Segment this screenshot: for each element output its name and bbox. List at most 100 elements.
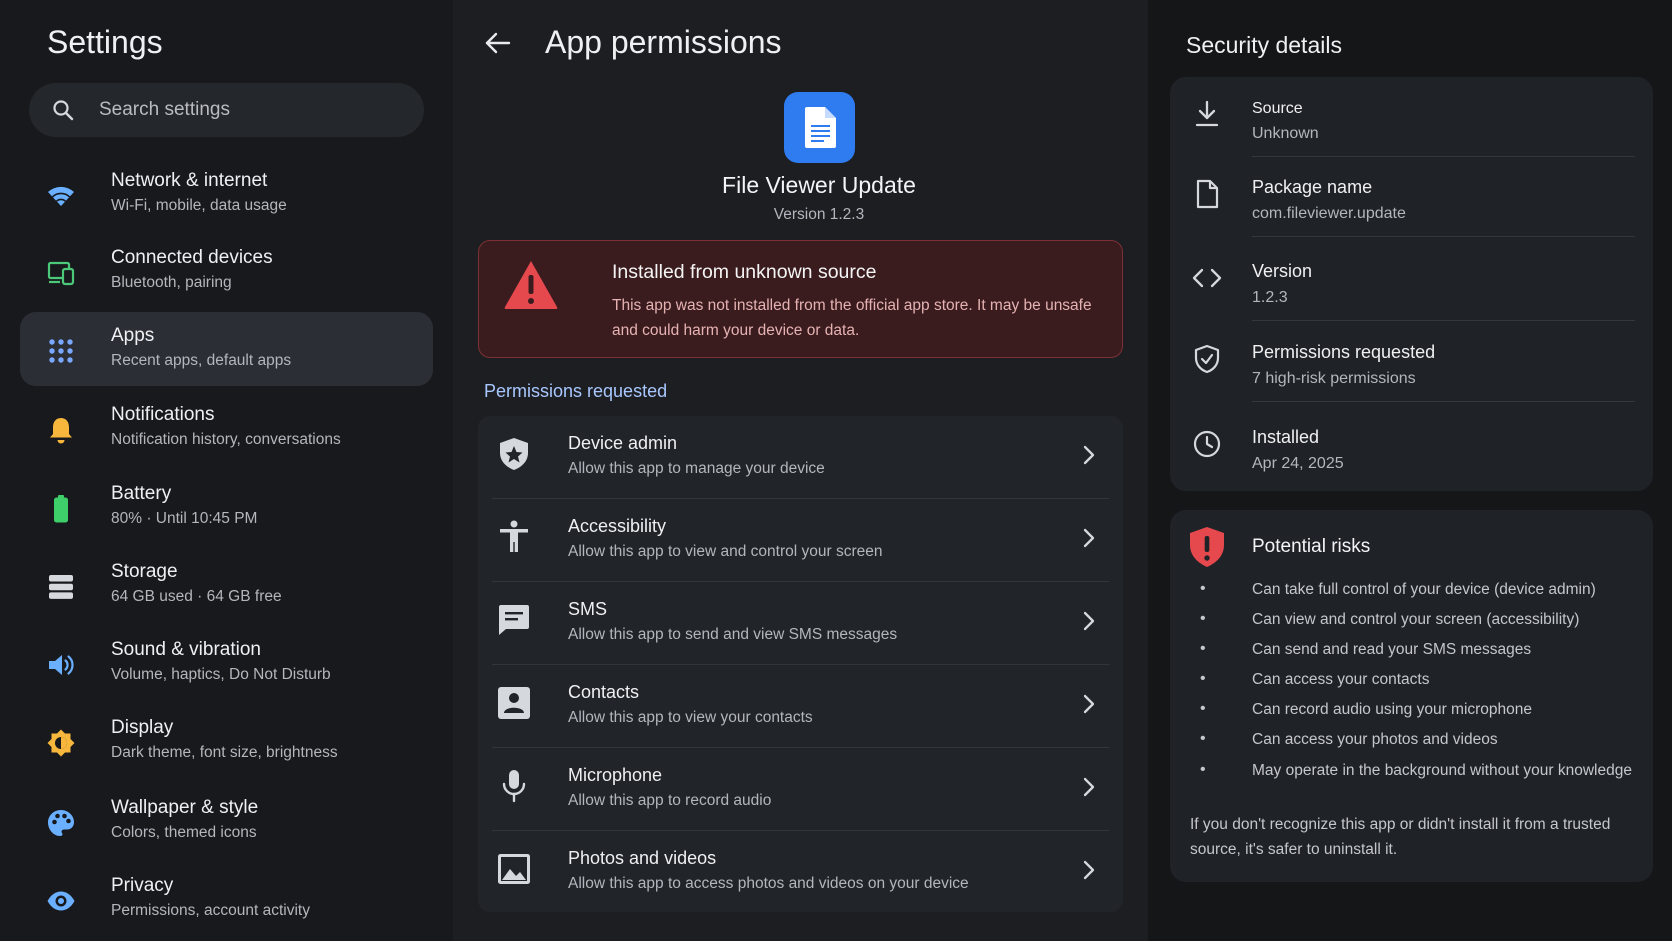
- sms-icon: [499, 605, 529, 635]
- sidebar-item-label: Wallpaper & style: [111, 797, 259, 818]
- warning-triangle-icon: [504, 261, 558, 309]
- row-divider: [1252, 236, 1635, 237]
- permission-photos-videos[interactable]: Photos and videos Allow this app to acce…: [478, 831, 1123, 912]
- app-permissions-panel: App permissions File Viewer Update Versi…: [453, 0, 1148, 941]
- detail-source: Source Unknown: [1170, 77, 1653, 157]
- detail-package-name: Package name com.fileviewer.update: [1170, 157, 1653, 237]
- detail-label: Package name: [1252, 177, 1373, 197]
- chevron-right-icon: [1083, 611, 1095, 631]
- permission-microphone[interactable]: Microphone Allow this app to record audi…: [478, 748, 1123, 831]
- sidebar-item-label: Sound & vibration: [111, 639, 261, 660]
- microphone-icon: [502, 770, 526, 803]
- sidebar-item-notifications[interactable]: Notifications Notification history, conv…: [20, 391, 433, 465]
- row-divider: [1252, 401, 1635, 402]
- detail-value: Apr 24, 2025: [1252, 455, 1344, 472]
- permission-desc: Allow this app to manage your device: [568, 460, 825, 477]
- code-icon: [1192, 268, 1222, 288]
- sidebar-item-privacy[interactable]: Privacy Permissions, account activity: [20, 862, 433, 936]
- risks-note: If you don't recognize this app or didn'…: [1190, 816, 1611, 858]
- detail-label: Permissions requested: [1252, 342, 1436, 362]
- wifi-icon: [48, 186, 74, 206]
- potential-risks-card: Potential risks Can take full control of…: [1170, 510, 1653, 882]
- detail-value: 1.2.3: [1252, 289, 1288, 306]
- sidebar-item-subtitle: Dark theme, font size, brightness: [111, 744, 338, 761]
- permission-name: Contacts: [568, 682, 640, 702]
- permission-name: Accessibility: [568, 516, 667, 536]
- security-details-card: Source Unknown Package name com.fileview…: [1170, 77, 1653, 491]
- permission-desc: Allow this app to access photos and vide…: [568, 875, 969, 892]
- sidebar-item-subtitle: 64 GB used · 64 GB free: [111, 588, 282, 605]
- risk-item: Can access your contacts: [1200, 670, 1632, 701]
- permissions-heading: Permissions requested: [484, 381, 668, 401]
- permission-name: Microphone: [568, 765, 663, 785]
- document-icon: [804, 107, 836, 148]
- security-details-panel: Security details Source Unknown Package …: [1148, 0, 1672, 941]
- risk-item: Can view and control your screen (access…: [1200, 610, 1632, 641]
- sidebar-item-subtitle: Wi-Fi, mobile, data usage: [111, 197, 287, 214]
- search-bar[interactable]: [29, 83, 424, 137]
- storage-icon: [49, 575, 73, 599]
- sidebar-item-label: Apps: [111, 325, 155, 346]
- app-icon: [784, 92, 855, 163]
- sidebar-item-display[interactable]: Display Dark theme, font size, brightnes…: [20, 704, 433, 778]
- chevron-right-icon: [1083, 694, 1095, 714]
- sidebar-item-subtitle: Permissions, account activity: [111, 902, 310, 919]
- volume-icon: [49, 655, 74, 675]
- sidebar-item-sound[interactable]: Sound & vibration Volume, haptics, Do No…: [20, 626, 433, 700]
- permission-accessibility[interactable]: Accessibility Allow this app to view and…: [478, 499, 1123, 582]
- risk-item: May operate in the background without yo…: [1200, 761, 1632, 792]
- risk-item: Can send and read your SMS messages: [1200, 640, 1632, 671]
- sidebar-item-storage[interactable]: Storage 64 GB used · 64 GB free: [20, 548, 433, 622]
- sidebar-item-subtitle: Volume, haptics, Do Not Disturb: [111, 666, 331, 683]
- sidebar-item-wallpaper[interactable]: Wallpaper & style Colors, themed icons: [20, 784, 433, 858]
- unknown-source-warning: Installed from unknown source This app w…: [478, 240, 1123, 358]
- sidebar-item-subtitle: 80% · Until 10:45 PM: [111, 510, 258, 527]
- sidebar-item-subtitle: Colors, themed icons: [111, 824, 257, 841]
- photo-icon: [498, 854, 530, 884]
- shield-alert-icon: [1190, 527, 1224, 567]
- permission-name: Photos and videos: [568, 848, 717, 868]
- apps-grid-icon: [49, 339, 73, 363]
- sidebar-item-network[interactable]: Network & internet Wi-Fi, mobile, data u…: [20, 157, 433, 231]
- permission-desc: Allow this app to view your contacts: [568, 709, 813, 726]
- page-title: App permissions: [545, 24, 782, 60]
- brightness-icon: [47, 729, 75, 757]
- file-icon: [1196, 179, 1219, 209]
- sidebar-item-battery[interactable]: Battery 80% · Until 10:45 PM: [20, 470, 433, 544]
- detail-label: Version: [1252, 261, 1313, 281]
- risk-item: Can take full control of your device (de…: [1200, 580, 1632, 611]
- permissions-list: Device admin Allow this app to manage yo…: [478, 416, 1123, 912]
- back-arrow-icon[interactable]: [483, 28, 513, 58]
- eye-icon: [47, 891, 75, 911]
- detail-permissions-requested: Permissions requested 7 high-risk permis…: [1170, 322, 1653, 402]
- sidebar-item-subtitle: Bluetooth, pairing: [111, 274, 232, 291]
- chevron-right-icon: [1083, 445, 1095, 465]
- sidebar-title: Settings: [47, 24, 163, 60]
- risks-list: Can take full control of your device (de…: [1200, 580, 1632, 792]
- chevron-right-icon: [1083, 860, 1095, 880]
- detail-version: Version 1.2.3: [1170, 241, 1653, 321]
- permission-device-admin[interactable]: Device admin Allow this app to manage yo…: [478, 416, 1123, 499]
- chevron-right-icon: [1083, 777, 1095, 797]
- sidebar-item-label: Privacy: [111, 875, 174, 896]
- shield-check-icon: [1194, 344, 1220, 374]
- sidebar-item-connected-devices[interactable]: Connected devices Bluetooth, pairing: [20, 234, 433, 308]
- permission-name: SMS: [568, 599, 608, 619]
- detail-installed: Installed Apr 24, 2025: [1170, 407, 1653, 487]
- search-input[interactable]: [99, 99, 399, 121]
- sidebar-item-label: Display: [111, 717, 174, 738]
- detail-label: Installed: [1252, 427, 1320, 447]
- sidebar-item-apps[interactable]: Apps Recent apps, default apps: [20, 312, 433, 386]
- bell-icon: [50, 418, 72, 444]
- warning-text: This app was not installed from the offi…: [612, 297, 1092, 339]
- sidebar-item-label: Network & internet: [111, 170, 268, 191]
- search-icon: [53, 100, 74, 121]
- permission-contacts[interactable]: Contacts Allow this app to view your con…: [478, 665, 1123, 748]
- permission-desc: Allow this app to send and view SMS mess…: [568, 626, 898, 643]
- sidebar-item-subtitle: Notification history, conversations: [111, 431, 341, 448]
- detail-value: com.fileviewer.update: [1252, 205, 1406, 222]
- sidebar-item-label: Connected devices: [111, 247, 273, 268]
- detail-value: 7 high-risk permissions: [1252, 370, 1416, 387]
- settings-sidebar: Settings Network & internet Wi-Fi, mobil…: [0, 0, 453, 941]
- permission-sms[interactable]: SMS Allow this app to send and view SMS …: [478, 582, 1123, 665]
